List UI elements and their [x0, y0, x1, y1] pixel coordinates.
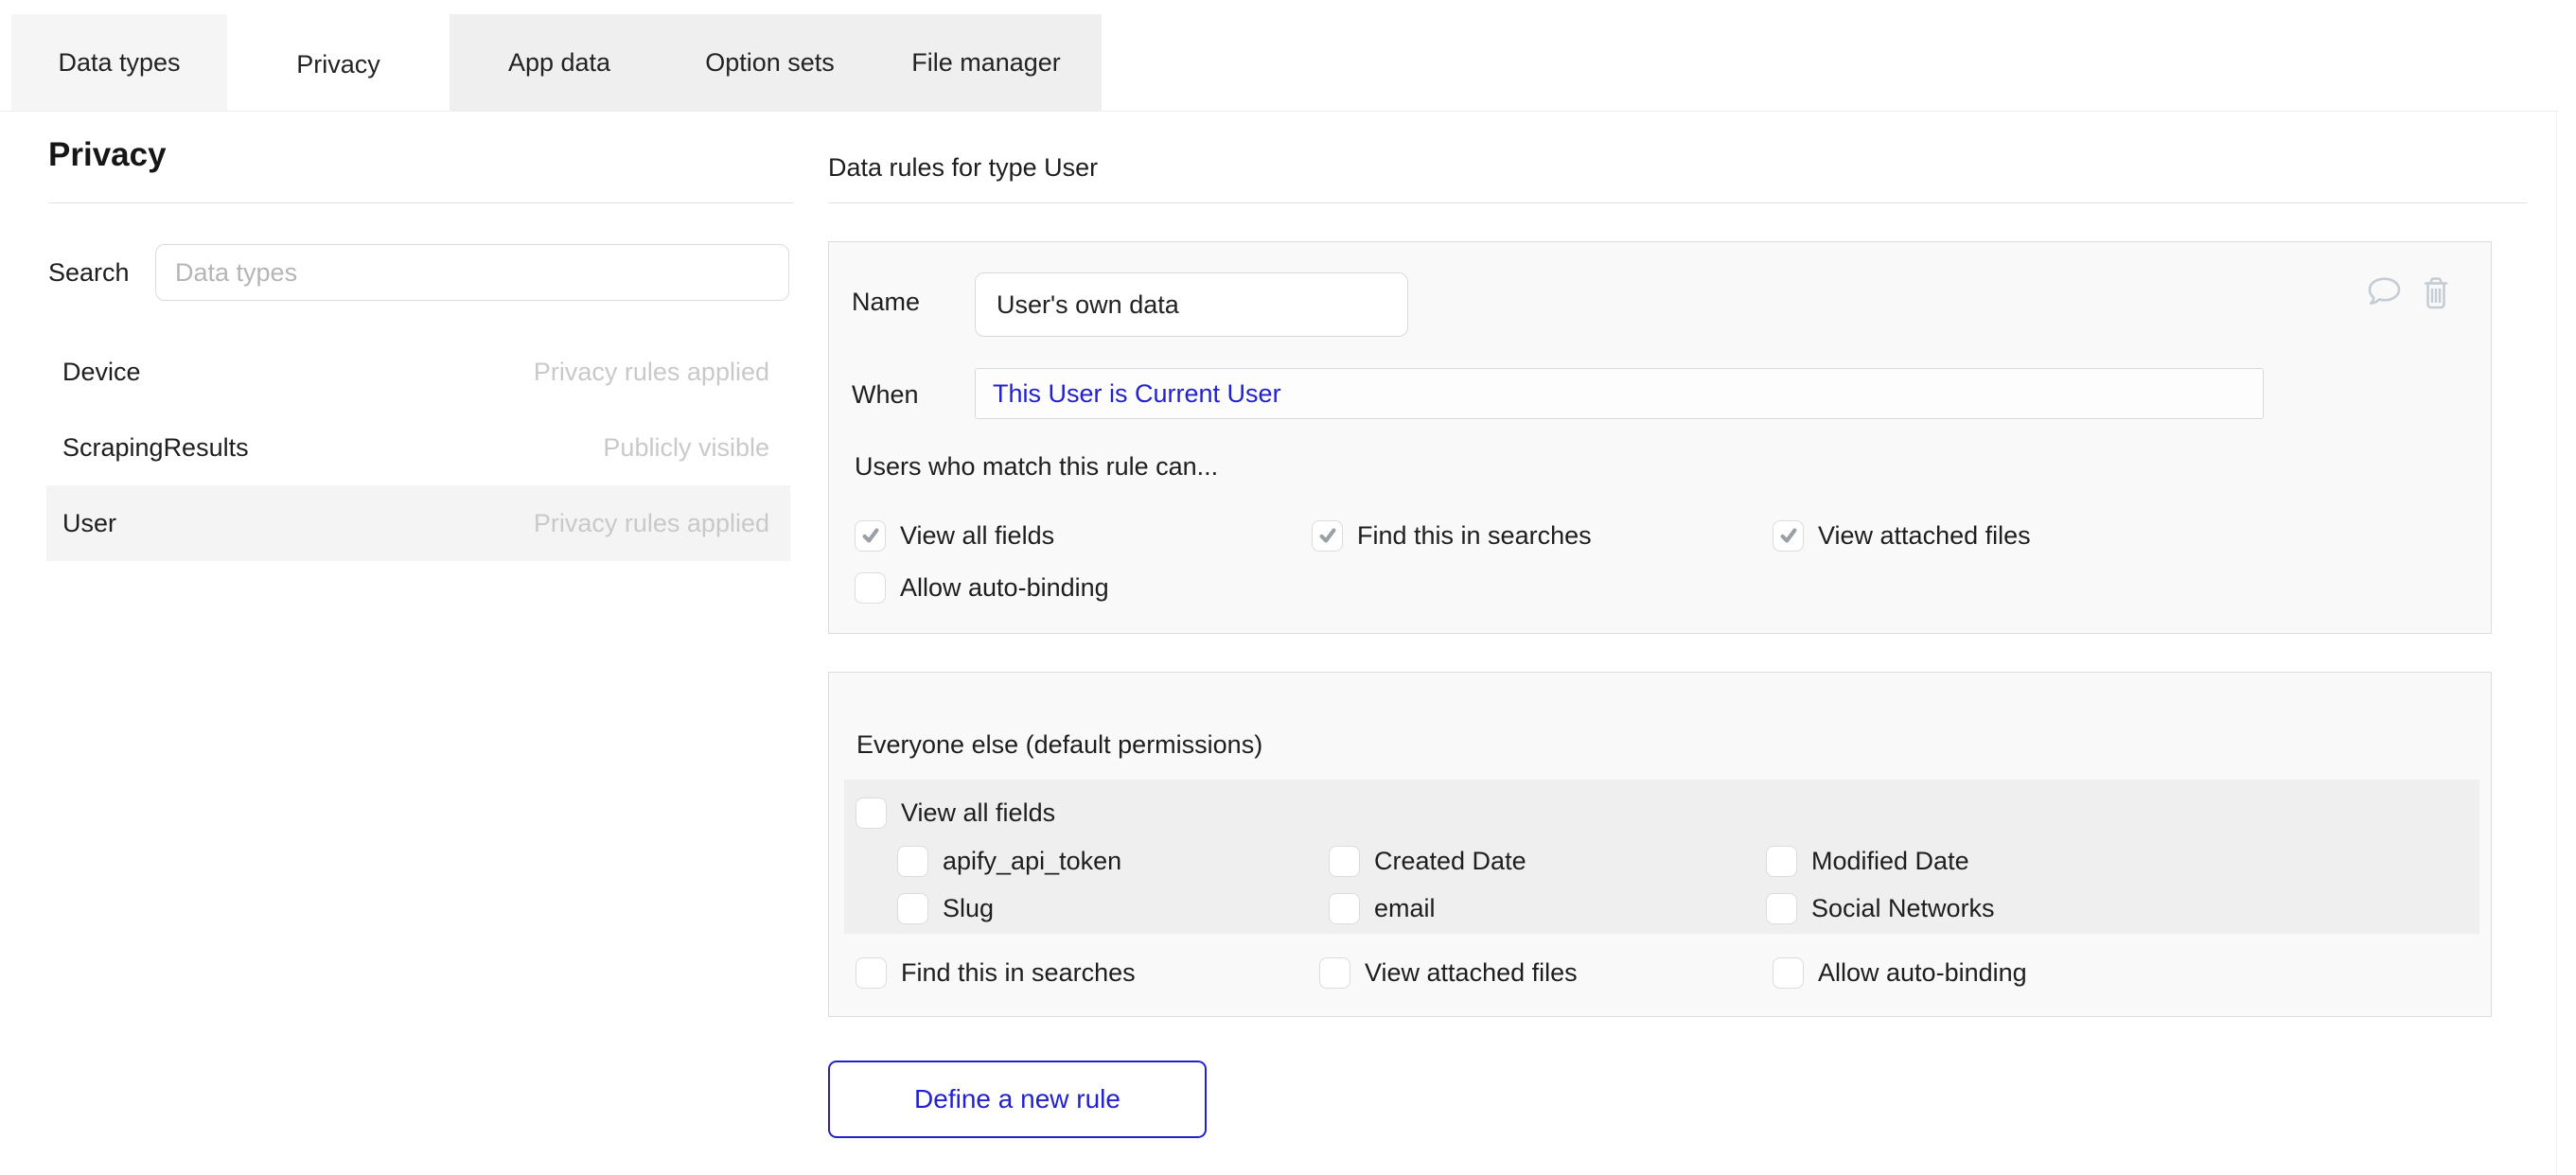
- perm-find-in-searches[interactable]: Find this in searches: [1312, 517, 1592, 553]
- comment-button[interactable]: [2364, 272, 2406, 314]
- tab-app-data[interactable]: App data: [450, 14, 669, 111]
- data-type-status: Privacy rules applied: [534, 358, 769, 387]
- tab-option-sets-label: Option sets: [705, 48, 835, 78]
- data-rules-header-divider: [828, 202, 2527, 203]
- data-type-name: User: [62, 509, 116, 538]
- checkbox-label: Slug: [943, 894, 994, 923]
- data-type-name: Device: [62, 358, 141, 387]
- when-condition-input[interactable]: This User is Current User: [975, 368, 2264, 419]
- checkbox-label: Created Date: [1374, 847, 1526, 876]
- checkbox-label: Social Networks: [1811, 894, 1995, 923]
- rule-name-input[interactable]: [975, 272, 1408, 337]
- find-in-searches-checkbox[interactable]: [1312, 520, 1343, 552]
- checkbox-label: Modified Date: [1811, 847, 1969, 876]
- default-view-all-fields[interactable]: View all fields: [856, 795, 1055, 831]
- name-label: Name: [852, 288, 920, 317]
- field-apify-api-token[interactable]: apify_api_token: [897, 843, 1121, 879]
- view-attached-files-checkbox[interactable]: [1773, 520, 1804, 552]
- tab-data-types-label: Data types: [58, 48, 180, 78]
- checkbox-label: Allow auto-binding: [1818, 958, 2027, 988]
- perm-view-all-fields[interactable]: View all fields: [855, 517, 1054, 553]
- modified-date-checkbox[interactable]: [1766, 846, 1797, 877]
- comment-icon: [2366, 276, 2404, 310]
- checkbox-label: View attached files: [1365, 958, 1578, 988]
- default-view-attached-files[interactable]: View attached files: [1319, 955, 1578, 991]
- tab-privacy-label: Privacy: [296, 50, 380, 79]
- checkbox-label: apify_api_token: [943, 847, 1121, 876]
- data-type-status: Privacy rules applied: [534, 509, 769, 538]
- default-permissions-title: Everyone else (default permissions): [856, 730, 1262, 760]
- check-icon: [1317, 525, 1338, 546]
- tab-file-manager[interactable]: File manager: [871, 14, 1102, 111]
- field-slug[interactable]: Slug: [897, 890, 994, 926]
- data-type-row-device[interactable]: Device Privacy rules applied: [46, 334, 790, 410]
- field-email[interactable]: email: [1329, 890, 1436, 926]
- define-new-rule-label: Define a new rule: [914, 1084, 1120, 1114]
- default-allow-auto-binding[interactable]: Allow auto-binding: [1773, 955, 2027, 991]
- search-input[interactable]: [155, 244, 789, 301]
- checkbox-label: View attached files: [1818, 521, 2031, 551]
- trash-icon: [2419, 275, 2453, 311]
- check-icon: [860, 525, 881, 546]
- sidebar-title-divider: [48, 202, 793, 203]
- tab-option-sets[interactable]: Option sets: [669, 14, 871, 111]
- checkbox-label: View all fields: [901, 798, 1055, 828]
- tab-bar-underline: [0, 111, 2558, 112]
- data-type-row-scrapingresults[interactable]: ScrapingResults Publicly visible: [46, 410, 790, 485]
- email-checkbox[interactable]: [1329, 893, 1360, 924]
- default-allow-auto-binding-checkbox[interactable]: [1773, 957, 1804, 989]
- data-type-row-user[interactable]: User Privacy rules applied: [46, 485, 790, 561]
- default-find-in-searches-checkbox[interactable]: [856, 957, 887, 989]
- default-find-in-searches[interactable]: Find this in searches: [856, 955, 1136, 991]
- default-view-attached-files-checkbox[interactable]: [1319, 957, 1350, 989]
- apify-api-token-checkbox[interactable]: [897, 846, 928, 877]
- when-condition-value: This User is Current User: [993, 379, 1281, 409]
- tab-data-types[interactable]: Data types: [11, 14, 227, 111]
- data-rules-header: Data rules for type User: [828, 153, 1098, 183]
- allow-auto-binding-checkbox[interactable]: [855, 572, 886, 604]
- search-label: Search: [48, 244, 130, 301]
- default-view-all-fields-checkbox[interactable]: [856, 798, 887, 829]
- checkbox-label: Find this in searches: [1357, 521, 1592, 551]
- editor-tab-bar: Data types Privacy App data Option sets …: [11, 14, 1102, 111]
- field-modified-date[interactable]: Modified Date: [1766, 843, 1969, 879]
- delete-rule-button[interactable]: [2415, 272, 2457, 314]
- checkbox-label: View all fields: [900, 521, 1054, 551]
- checkbox-label: Allow auto-binding: [900, 573, 1109, 603]
- view-all-fields-checkbox[interactable]: [855, 520, 886, 552]
- data-type-status: Publicly visible: [603, 433, 769, 463]
- when-label: When: [852, 380, 919, 410]
- created-date-checkbox[interactable]: [1329, 846, 1360, 877]
- social-networks-checkbox[interactable]: [1766, 893, 1797, 924]
- perm-allow-auto-binding[interactable]: Allow auto-binding: [855, 570, 1109, 605]
- tab-file-manager-label: File manager: [911, 48, 1061, 78]
- tab-privacy[interactable]: Privacy: [227, 14, 450, 114]
- rule-subtitle: Users who match this rule can...: [855, 452, 1218, 482]
- checkbox-label: Find this in searches: [901, 958, 1136, 988]
- perm-view-attached-files[interactable]: View attached files: [1773, 517, 2031, 553]
- content-right-hairline: [2556, 111, 2557, 1175]
- check-icon: [1778, 525, 1799, 546]
- checkbox-label: email: [1374, 894, 1436, 923]
- data-type-name: ScrapingResults: [62, 433, 249, 463]
- field-social-networks[interactable]: Social Networks: [1766, 890, 1995, 926]
- field-created-date[interactable]: Created Date: [1329, 843, 1526, 879]
- tab-app-data-label: App data: [508, 48, 610, 78]
- rule-card-actions: [2364, 272, 2457, 314]
- slug-checkbox[interactable]: [897, 893, 928, 924]
- define-new-rule-button[interactable]: Define a new rule: [828, 1061, 1207, 1138]
- page-title: Privacy: [48, 136, 167, 174]
